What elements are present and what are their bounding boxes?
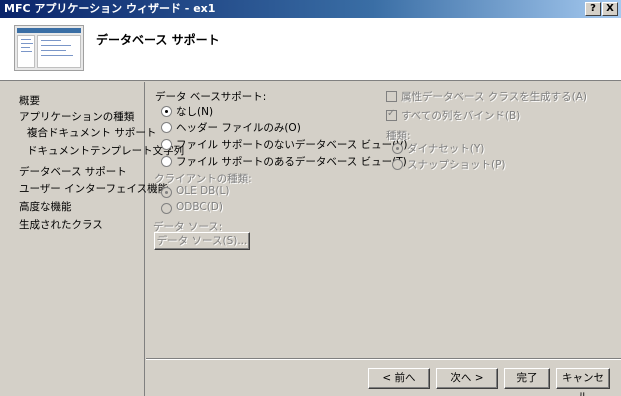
- nav-item-overview[interactable]: 概要: [19, 93, 40, 108]
- wizard-thumbnail-icon: [14, 25, 84, 71]
- cancel-button[interactable]: キャンセル: [556, 368, 610, 396]
- footer-separator: [146, 358, 621, 360]
- close-button[interactable]: X: [602, 2, 618, 16]
- next-button[interactable]: 次へ >: [436, 368, 498, 389]
- gen-attr-class-label[interactable]: 属性データベース クラスを生成する(A): [401, 89, 587, 104]
- bind-all-columns-label[interactable]: すべての列をバインド(B): [401, 108, 520, 123]
- title-bar: MFC アプリケーション ウィザード - ex1 ? X: [0, 0, 621, 18]
- snapshot-label[interactable]: スナップショット(P): [407, 157, 506, 172]
- db-view-no-file-label[interactable]: ファイル サポートのないデータベース ビュー(V): [176, 137, 408, 152]
- db-none-radio[interactable]: [161, 106, 172, 117]
- db-support-heading: データ ベースサポート:: [155, 91, 267, 103]
- wizard-nav: 概要 アプリケーションの種類 複合ドキュメント サポート ドキュメントテンプレー…: [0, 82, 184, 396]
- db-header-only-radio[interactable]: [161, 122, 172, 133]
- dynaset-label[interactable]: ダイナセット(Y): [407, 141, 484, 156]
- bind-all-columns-checkbox[interactable]: [386, 108, 397, 121]
- page-title: データベース サポート: [96, 33, 220, 47]
- db-view-with-file-label[interactable]: ファイル サポートのあるデータベース ビュー(T): [176, 154, 407, 169]
- back-button[interactable]: < 前へ: [368, 368, 430, 389]
- window-title: MFC アプリケーション ウィザード - ex1: [4, 2, 216, 15]
- wizard-content: データ ベースサポート: なし(N) ヘッダー ファイルのみ(O) ファイル サ…: [146, 82, 621, 358]
- db-view-no-file-radio[interactable]: [161, 139, 172, 150]
- gen-attr-class-checkbox[interactable]: [386, 91, 397, 102]
- nav-item-generated-classes[interactable]: 生成されたクラス: [19, 217, 103, 232]
- client-oledb-label[interactable]: OLE DB(L): [176, 185, 229, 197]
- db-header-only-label[interactable]: ヘッダー ファイルのみ(O): [176, 120, 301, 135]
- client-oledb-radio[interactable]: [161, 187, 172, 198]
- finish-button[interactable]: 完了: [504, 368, 550, 389]
- wizard-header: データベース サポート: [0, 18, 621, 81]
- client-type-heading: クライアントの種類:: [154, 173, 252, 185]
- snapshot-radio[interactable]: [392, 159, 403, 170]
- nav-item-advanced[interactable]: 高度な機能: [19, 199, 72, 214]
- nav-item-app-type[interactable]: アプリケーションの種類: [19, 109, 134, 124]
- dynaset-radio[interactable]: [392, 143, 403, 154]
- nav-item-compound-doc[interactable]: 複合ドキュメント サポート: [27, 125, 156, 140]
- data-source-button[interactable]: データ ソース(S)...: [154, 232, 250, 250]
- db-none-label[interactable]: なし(N): [176, 104, 213, 119]
- client-odbc-radio[interactable]: [161, 203, 172, 214]
- client-odbc-label[interactable]: ODBC(D): [176, 201, 223, 213]
- db-view-with-file-radio[interactable]: [161, 156, 172, 167]
- help-button[interactable]: ?: [585, 2, 601, 16]
- nav-item-database-support[interactable]: データベース サポート: [15, 162, 131, 181]
